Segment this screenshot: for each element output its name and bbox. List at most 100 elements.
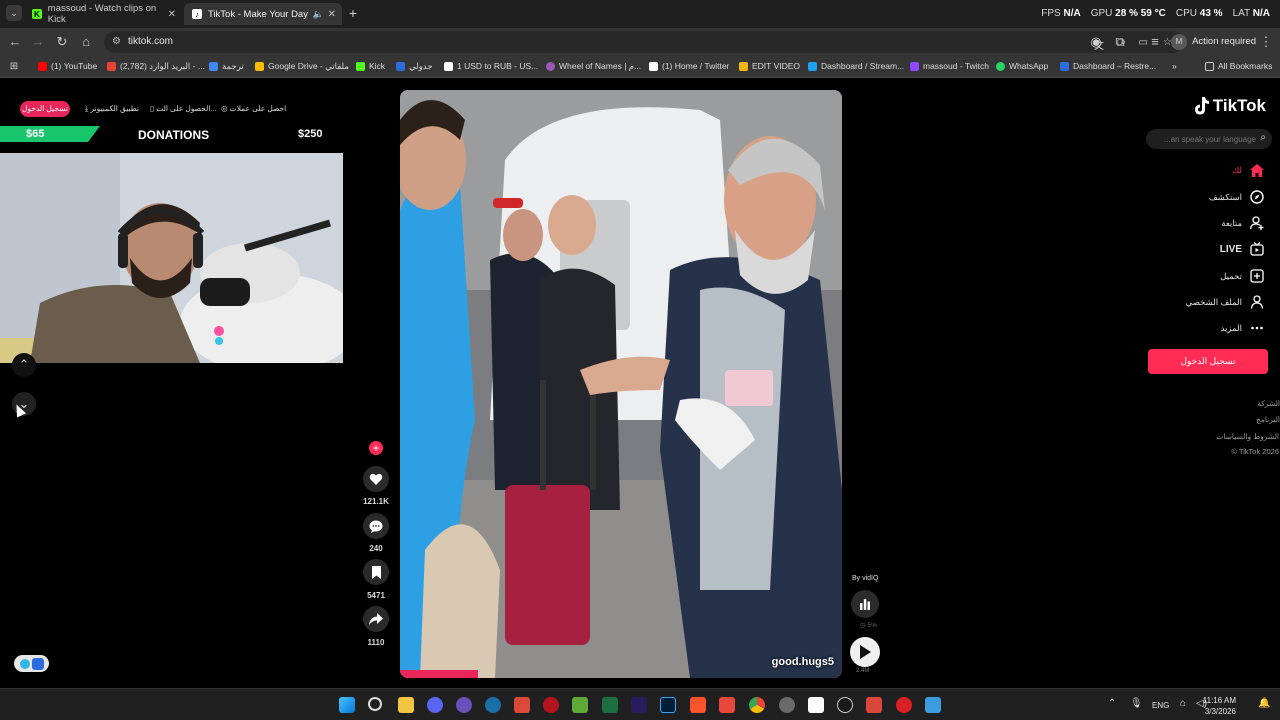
bookmark-wheel[interactable]: Wheel of Names | م... — [546, 61, 641, 72]
search-icon[interactable]: ⌕ — [1260, 132, 1266, 143]
action-required-button[interactable]: Action required — [1192, 36, 1256, 47]
like-button[interactable] — [363, 466, 389, 492]
input-language[interactable]: ENG — [1152, 701, 1169, 710]
nav-item-profile[interactable]: الملف الشخصي — [1186, 295, 1264, 309]
play-button[interactable] — [850, 637, 880, 667]
bookmark-label: 1 USD to RUB - US... — [457, 61, 539, 71]
app-badge[interactable] — [14, 655, 49, 672]
bookmark-restream[interactable]: Dashboard – Restre... — [1060, 61, 1156, 71]
nav-label: تحميل — [1220, 270, 1242, 281]
reload-icon[interactable]: ↻ — [54, 34, 70, 50]
forward-icon[interactable]: → — [30, 34, 46, 50]
bookmark-twitch[interactable]: massoud - Twitch — [910, 61, 989, 71]
notification-bell-icon[interactable]: 🔔 — [1258, 698, 1270, 709]
excel-icon[interactable] — [602, 697, 618, 713]
mail-icon[interactable] — [866, 697, 882, 713]
overlay-login-button[interactable]: تسجيل الدخول — [20, 101, 70, 117]
puzzle-icon[interactable]: ⧉ — [1112, 34, 1128, 50]
notepad-icon[interactable] — [925, 697, 941, 713]
overlay-menu-get[interactable]: ▯ الحصول على الت... — [150, 104, 217, 113]
bookmark-gmail[interactable]: (2,782) البريد الوارد - ... — [107, 61, 205, 72]
home-icon[interactable]: ⌂ — [78, 34, 94, 50]
tray-chevron-icon[interactable]: ⌃ — [1108, 698, 1116, 709]
bookmark-drive[interactable]: Google Drive - ملفاتي — [255, 61, 349, 72]
overlay-menu-desktop-app[interactable]: ⤓ تطبيق الكمبيوتر — [85, 104, 139, 114]
follow-plus-button[interactable]: + — [369, 441, 383, 455]
red-app-icon[interactable] — [543, 697, 559, 713]
tiktok-search-box[interactable]: ⌕ — [1146, 129, 1272, 149]
share-button[interactable] — [363, 606, 389, 632]
footer-link-terms[interactable]: الشروط والسياسات — [1216, 432, 1279, 441]
new-tab-button[interactable]: + — [345, 5, 361, 21]
creative-cloud-icon[interactable] — [896, 697, 912, 713]
nav-item-more[interactable]: المزيد — [1221, 321, 1264, 335]
photos-icon[interactable] — [719, 697, 735, 713]
photoshop-icon[interactable] — [660, 697, 676, 713]
video-player[interactable]: good.hugs5 — [400, 90, 842, 678]
extension-icon[interactable]: ◉ — [1088, 34, 1104, 50]
chrome-icon[interactable] — [749, 697, 765, 713]
save-button[interactable] — [363, 559, 389, 585]
bookmark-youtube[interactable]: (1) YouTube — [38, 61, 97, 71]
bookmark-twitter[interactable]: (1) Home / Twitter — [649, 61, 729, 71]
green-app-icon[interactable] — [572, 697, 588, 713]
avatar[interactable]: M — [1171, 34, 1187, 50]
currency-icon — [444, 61, 453, 71]
nav-item-live[interactable]: LIVE — [1220, 242, 1264, 256]
video-author-handle[interactable]: good.hugs5 — [772, 656, 834, 668]
settings-icon[interactable] — [779, 697, 795, 713]
bookmark-label: ترجمة — [222, 61, 244, 71]
discord-icon[interactable] — [427, 697, 443, 713]
nav-item-explore[interactable]: استكشف — [1209, 190, 1264, 204]
back-icon[interactable]: ← — [7, 34, 23, 50]
tab-search-button[interactable]: ⌄ — [6, 5, 22, 21]
tab-kick[interactable]: K massoud - Watch clips on Kick ✕ — [24, 3, 182, 25]
footer-link-company[interactable]: الشركة — [1257, 399, 1280, 408]
tiktok-logo[interactable]: TikTok — [1194, 96, 1266, 116]
close-icon[interactable]: ✕ — [168, 9, 176, 20]
network-icon[interactable]: ⌂ — [1180, 698, 1186, 709]
bookmark-kick[interactable]: Kick — [356, 61, 385, 71]
footer-link-program[interactable]: البرنامج — [1256, 415, 1280, 424]
all-bookmarks[interactable]: All Bookmarks — [1205, 61, 1272, 71]
apps-icon[interactable]: ⊞ — [6, 59, 22, 75]
windows-start-icon[interactable] — [339, 697, 355, 713]
premiere-icon[interactable] — [631, 697, 647, 713]
site-info-icon[interactable]: ⚙ — [112, 36, 121, 47]
fps-value: N/A — [1063, 8, 1081, 19]
file-explorer-icon[interactable] — [398, 697, 414, 713]
media-player-icon[interactable] — [456, 697, 472, 713]
steam-icon[interactable] — [485, 697, 501, 713]
address-bar[interactable]: ⚙ tiktok.com 文 ⌕ ▭ ☆ — [104, 31, 1184, 53]
comment-button[interactable] — [363, 513, 389, 539]
close-icon[interactable]: ✕ — [328, 9, 336, 20]
nav-item-following[interactable]: متابعة — [1221, 216, 1264, 230]
tab-tiktok[interactable]: ♪ TikTok - Make Your Day 🔈 ✕ — [184, 3, 342, 25]
bookmark-usd-rub[interactable]: 1 USD to RUB - US... — [444, 61, 538, 71]
tiktok-login-button[interactable]: تسجيل الدخول — [1148, 349, 1268, 374]
search-icon[interactable] — [368, 697, 382, 711]
calendar-app-icon[interactable] — [514, 697, 530, 713]
capcut-icon[interactable] — [808, 697, 824, 713]
menu-icon[interactable]: ⋮ — [1258, 34, 1274, 50]
brave-icon[interactable] — [690, 697, 706, 713]
microphone-icon[interactable]: 🎙 — [1130, 698, 1143, 709]
media-icon[interactable]: ≡ — [1147, 34, 1163, 50]
bookmark-dashboard-stream[interactable]: Dashboard / Stream... — [808, 61, 904, 71]
play-square-icon — [31, 657, 44, 670]
bookmark-edit-video[interactable]: EDIT VIDEO — [739, 61, 800, 71]
nav-item-upload[interactable]: تحميل — [1220, 269, 1264, 283]
clock[interactable]: 11:16 AM 3/3/2026 — [1203, 695, 1236, 717]
obs-icon[interactable] — [837, 697, 853, 713]
bookmark-translate[interactable]: ترجمة — [209, 61, 244, 72]
bookmark-whatsapp[interactable]: WhatsApp — [996, 61, 1048, 71]
scroll-up-button[interactable]: ⌃ — [12, 353, 36, 377]
vidiq-stats-button[interactable] — [851, 590, 879, 618]
search-input[interactable] — [1152, 132, 1256, 146]
overlay-menu-coins[interactable]: ◎ احصل على عملات — [221, 104, 286, 113]
bookmarks-overflow-icon[interactable]: » — [1172, 61, 1177, 71]
bookmark-schedule[interactable]: جدولي — [396, 61, 433, 72]
speaker-icon[interactable]: 🔈 — [313, 9, 324, 20]
like-count: 121.1K — [363, 497, 389, 506]
nav-item-for-you[interactable]: لك — [1232, 164, 1264, 177]
